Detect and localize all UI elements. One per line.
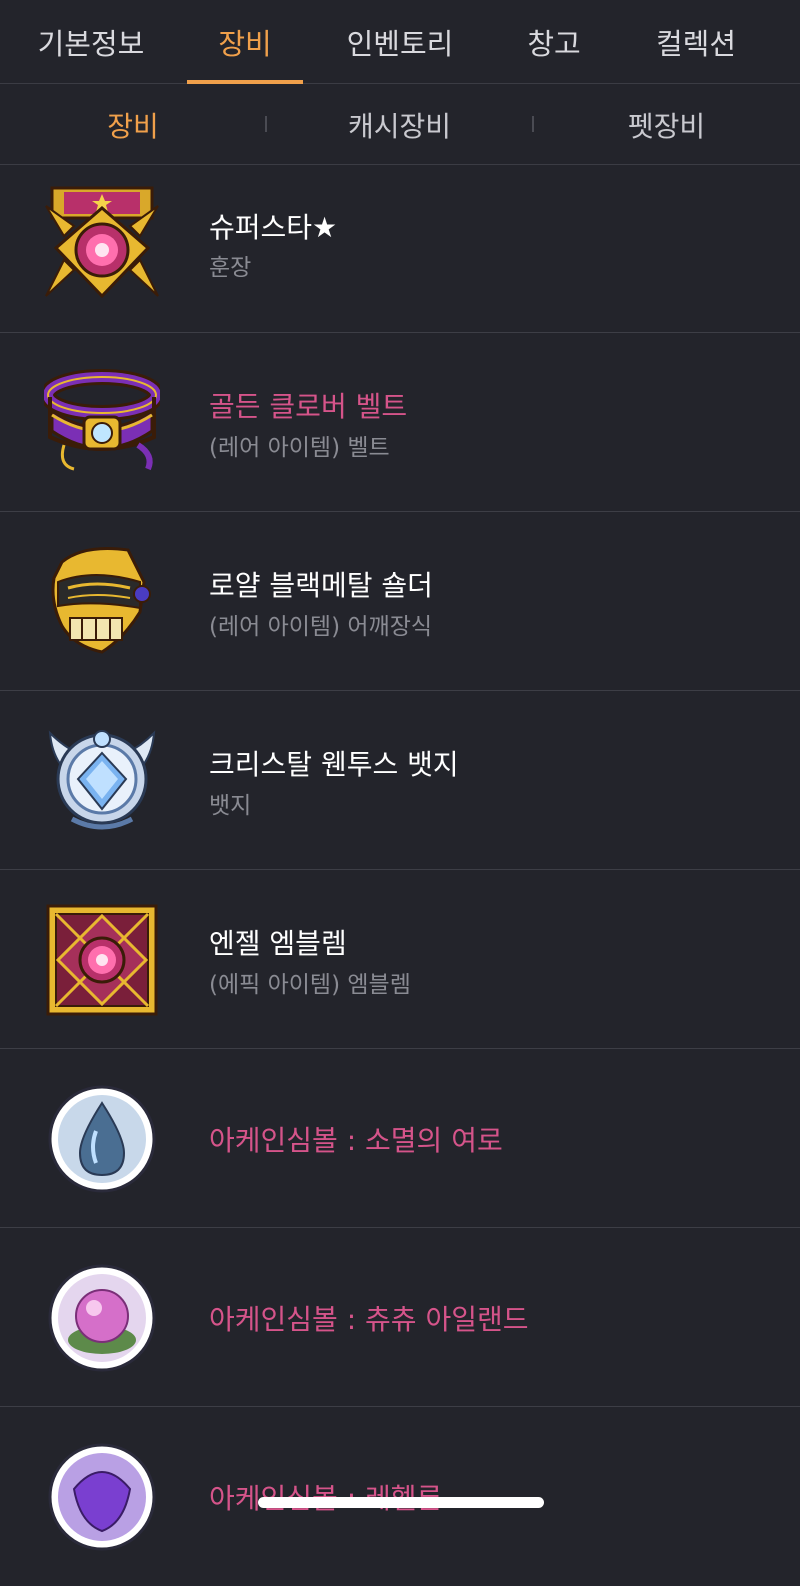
subtab-equipment[interactable]: 장비 [0, 85, 266, 165]
list-item[interactable]: 아케인심볼 : 츄츄 아일랜드 [0, 1228, 800, 1407]
tab-equipment[interactable]: 장비 [187, 0, 303, 84]
item-name: 엔젤 엠블렘 [209, 927, 347, 960]
emblem-icon [46, 904, 158, 1016]
tab-storage[interactable]: 창고 [500, 0, 608, 84]
list-item[interactable]: 골든 클로버 벨트 (레어 아이템) 벨트 [0, 333, 800, 512]
list-item[interactable]: 로얄 블랙메탈 숄더 (레어 아이템) 어깨장식 [0, 512, 800, 691]
item-subtitle: 뱃지 [209, 793, 252, 819]
active-tab-indicator [187, 80, 303, 84]
item-name: 아케인심볼 : 소멸의 여로 [209, 1124, 503, 1157]
item-name: 슈퍼스타★ [209, 211, 338, 244]
shoulder-icon [51, 547, 151, 654]
medal-icon [45, 186, 159, 299]
tab-basic-info[interactable]: 기본정보 [20, 0, 162, 84]
list-item[interactable]: 엔젤 엠블렘 (에픽 아이템) 엠블렘 [0, 870, 800, 1049]
subtab-divider [532, 116, 534, 132]
list-item[interactable]: 크리스탈 웬투스 뱃지 뱃지 [0, 691, 800, 870]
badge-icon [48, 730, 156, 830]
equipment-subtab-bar: 장비 캐시장비 펫장비 [0, 85, 800, 165]
item-subtitle: (레어 아이템) 어깨장식 [209, 614, 433, 640]
item-name: 크리스탈 웬투스 뱃지 [209, 748, 459, 781]
tab-inventory[interactable]: 인벤토리 [330, 0, 470, 84]
subtab-divider [265, 116, 267, 132]
item-name: 로얄 블랙메탈 숄더 [209, 569, 433, 602]
item-name: 골든 클로버 벨트 [209, 390, 408, 423]
tab-collection[interactable]: 컬렉션 [632, 0, 760, 84]
item-subtitle: 훈장 [209, 255, 252, 281]
arcane-symbol-icon [48, 1443, 156, 1551]
item-subtitle: (레어 아이템) 벨트 [209, 435, 390, 461]
list-item[interactable]: 아케인심볼 : 소멸의 여로 [0, 1049, 800, 1228]
item-subtitle: (에픽 아이템) 엠블렘 [209, 972, 411, 998]
home-indicator[interactable] [258, 1497, 544, 1508]
arcane-symbol-icon [48, 1264, 156, 1372]
belt-icon [44, 369, 160, 471]
subtab-cash-equipment[interactable]: 캐시장비 [266, 85, 533, 165]
item-name: 아케인심볼 : 츄츄 아일랜드 [209, 1303, 529, 1336]
main-tab-bar: 기본정보 장비 인벤토리 창고 컬렉션 [0, 0, 800, 84]
arcane-symbol-icon [48, 1085, 156, 1193]
subtab-pet-equipment[interactable]: 펫장비 [533, 85, 800, 165]
list-item[interactable]: 슈퍼스타★ 훈장 [0, 166, 800, 333]
